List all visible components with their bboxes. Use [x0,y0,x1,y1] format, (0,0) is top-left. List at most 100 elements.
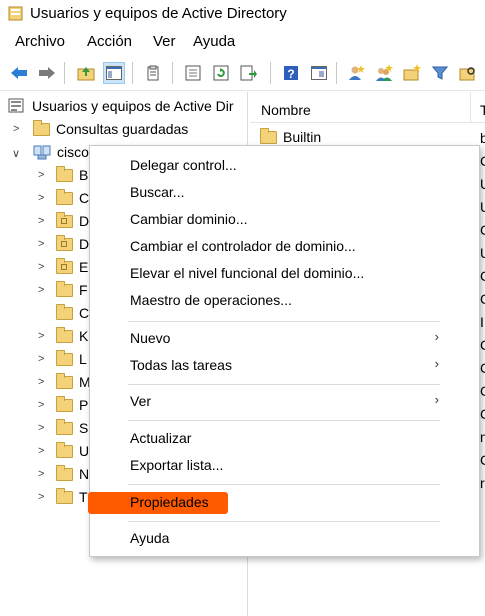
list-item-label: Builtin [283,129,322,145]
chevron-right-icon[interactable]: > [38,399,44,411]
menu-item-propiedades[interactable]: Propiedades [130,494,209,510]
svg-text:?: ? [287,67,294,81]
filter-icon[interactable] [429,62,451,84]
menu-separator [128,484,440,485]
type-fragment: U [480,245,485,261]
menu-separator [128,420,440,421]
type-fragment: C [480,383,485,399]
tree-child[interactable]: L [56,348,87,370]
tree-child-label: D [79,236,90,252]
tree-child-label: L [79,351,87,367]
tree-item-saved-queries[interactable]: Consultas guardadas [33,118,188,140]
tree-child[interactable]: D [56,210,89,232]
menu-item-actualizar[interactable]: Actualizar [130,430,191,446]
type-fragment: C [480,291,485,307]
up-folder-icon[interactable] [75,62,97,84]
context-menu: Delegar control... Buscar... Cambiar dom… [88,145,480,557]
folder-icon [56,349,73,366]
tree-child-label: D [79,213,90,229]
menu-accion[interactable]: Acción [87,33,132,50]
chevron-right-icon[interactable]: > [38,192,44,204]
tree-child[interactable]: K [56,325,88,347]
tree-child[interactable]: D [56,233,89,255]
column-header-name[interactable]: Nombre [261,102,311,118]
chevron-right-icon[interactable]: > [38,169,44,181]
chevron-right-icon[interactable]: > [38,445,44,457]
new-user-icon[interactable] [345,62,367,84]
folder-icon [260,127,277,144]
chevron-right-icon[interactable]: > [38,468,44,480]
ou-folder-icon [56,211,73,228]
tree-child[interactable]: S [56,417,88,439]
menu-item-ayuda[interactable]: Ayuda [130,530,169,546]
type-fragment: C [480,222,485,238]
menu-ver[interactable]: Ver [153,33,176,50]
type-fragment: C [480,360,485,376]
tree-child[interactable]: F [56,279,88,301]
export-list-icon[interactable] [238,62,260,84]
tree-child[interactable]: M [56,371,91,393]
window-title: Usuarios y equipos de Active Directory [30,5,287,22]
folder-icon [56,188,73,205]
tree-child[interactable]: N [56,463,89,485]
chevron-right-icon[interactable]: > [38,238,44,250]
find-icon[interactable] [457,62,479,84]
chevron-right-icon[interactable]: > [38,353,44,365]
chevron-right-icon[interactable]: > [13,123,19,135]
type-fragment: I [480,314,484,330]
menu-item-delegar-control[interactable]: Delegar control... [130,157,237,173]
menu-item-elevar-nivel[interactable]: Elevar el nivel funcional del dominio... [130,265,364,281]
type-fragment: U [480,176,485,192]
menu-item-exportar-lista[interactable]: Exportar lista... [130,457,223,473]
delete-icon[interactable] [142,62,164,84]
chevron-right-icon[interactable]: > [38,261,44,273]
tree-child[interactable]: E [56,256,88,278]
mmc-icon[interactable] [308,62,330,84]
menu-item-todas-las-tareas[interactable]: Todas las tareas [130,357,232,373]
chevron-right-icon[interactable]: > [38,422,44,434]
menu-bar: Archivo Acción Ver Ayuda [0,30,485,54]
show-hide-console-tree-icon[interactable] [103,62,125,84]
properties-icon[interactable] [182,62,204,84]
chevron-right-icon[interactable]: > [38,284,44,296]
forward-arrow-icon[interactable] [36,62,58,84]
chevron-right-icon[interactable]: > [38,376,44,388]
type-fragment: U [480,199,485,215]
tree-child-label: U [79,443,90,459]
new-ou-icon[interactable] [401,62,423,84]
type-fragment: C [480,268,485,284]
tree-child[interactable]: U [56,440,89,462]
folder-icon [56,395,73,412]
type-fragment: n [480,429,485,445]
refresh-icon[interactable] [210,62,232,84]
menu-ayuda[interactable]: Ayuda [193,33,235,50]
menu-item-cambiar-dominio[interactable]: Cambiar dominio... [130,211,248,227]
tree-child[interactable]: T [56,486,88,508]
tree-child-label: N [79,466,90,482]
help-icon[interactable]: ? [280,62,302,84]
tree-child[interactable]: C [56,302,89,324]
tree-child[interactable]: B [56,164,88,186]
menu-item-maestro-operaciones[interactable]: Maestro de operaciones... [130,292,292,308]
chevron-right-icon[interactable]: > [38,330,44,342]
menu-item-buscar[interactable]: Buscar... [130,184,184,200]
tree-child[interactable]: P [56,394,88,416]
tree-child-label: E [79,259,89,275]
tree-child-label: S [79,420,89,436]
tree-child[interactable]: C [56,187,89,209]
menu-item-nuevo[interactable]: Nuevo [130,330,170,346]
column-header-type[interactable]: T [480,102,485,118]
chevron-right-icon[interactable]: > [38,491,44,503]
back-arrow-icon[interactable] [8,62,30,84]
tree-root[interactable]: Usuarios y equipos de Active Dir [8,95,234,117]
chevron-down-icon[interactable]: ∨ [12,147,20,160]
folder-icon [56,441,73,458]
menu-item-cambiar-controlador[interactable]: Cambiar el controlador de dominio... [130,238,356,254]
submenu-arrow-icon: › [434,356,439,371]
menu-separator [128,384,440,385]
tree-child-label: T [79,489,88,505]
menu-item-ver[interactable]: Ver [130,393,151,409]
chevron-right-icon[interactable]: > [38,215,44,227]
new-group-icon[interactable] [373,62,395,84]
menu-archivo[interactable]: Archivo [15,33,65,50]
